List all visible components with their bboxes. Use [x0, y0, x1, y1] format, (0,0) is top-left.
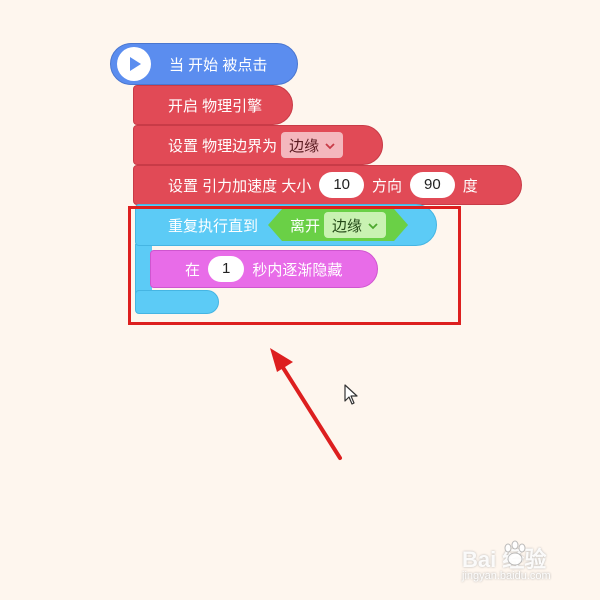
baidu-paw-icon: [504, 540, 526, 566]
baidu-watermark: Bai 经验 jingyan.baidu.com: [462, 540, 592, 588]
annotation-arrow-icon: [270, 348, 342, 460]
mouse-cursor-icon: [344, 384, 358, 405]
watermark-url: jingyan.baidu.com: [462, 570, 551, 582]
